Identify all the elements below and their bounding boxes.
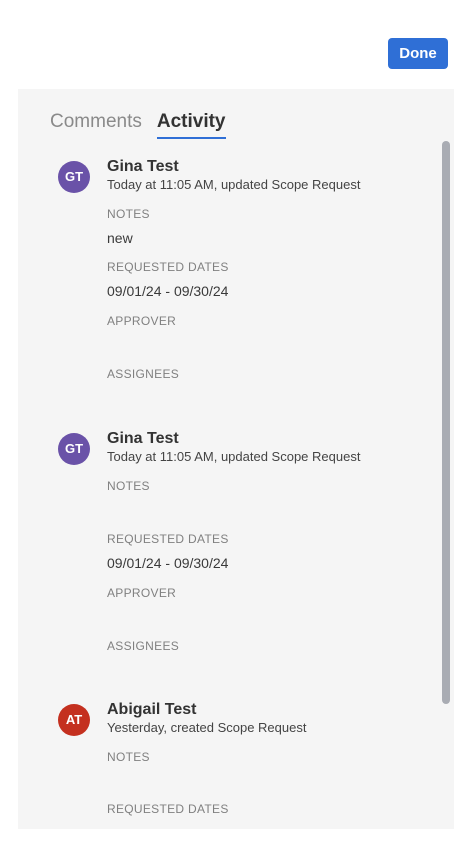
activity-entry-body: Gina Test Today at 11:05 AM, updated Sco… [107, 157, 407, 382]
activity-summary: Today at 11:05 AM, updated Scope Request [107, 449, 361, 464]
notes-label: NOTES [107, 750, 150, 764]
activity-author: Gina Test [107, 158, 179, 175]
requested-dates-label: REQUESTED DATES [107, 260, 229, 274]
activity-entry-body: Abigail Test Yesterday, created Scope Re… [107, 700, 407, 817]
done-button[interactable]: Done [388, 38, 448, 69]
tab-bar: Comments Activity [50, 109, 226, 139]
avatar: AT [58, 704, 90, 736]
assignees-label: ASSIGNEES [107, 639, 180, 653]
tab-comments[interactable]: Comments [50, 109, 142, 139]
approver-label: APPROVER [107, 586, 177, 600]
activity-screen: Done Comments Activity GT Gina Test Toda… [0, 0, 474, 848]
activity-entry-body: Gina Test Today at 11:05 AM, updated Sco… [107, 429, 407, 654]
notes-value: new [107, 230, 133, 246]
activity-panel: Comments Activity GT Gina Test Today at … [18, 89, 454, 829]
requested-dates-value: 09/01/24 - 09/30/24 [107, 283, 229, 299]
activity-summary: Today at 11:05 AM, updated Scope Request [107, 177, 361, 192]
avatar: GT [58, 433, 90, 465]
notes-label: NOTES [107, 207, 150, 221]
requested-dates-label: REQUESTED DATES [107, 802, 229, 816]
tab-activity[interactable]: Activity [156, 109, 226, 139]
approver-label: APPROVER [107, 314, 177, 328]
activity-author: Gina Test [107, 430, 179, 447]
activity-author: Abigail Test [107, 701, 197, 718]
activity-summary: Yesterday, created Scope Request [107, 720, 307, 735]
avatar: GT [58, 161, 90, 193]
requested-dates-label: REQUESTED DATES [107, 532, 229, 546]
scrollbar-thumb[interactable] [442, 141, 450, 704]
notes-label: NOTES [107, 479, 150, 493]
assignees-label: ASSIGNEES [107, 367, 180, 381]
requested-dates-value: 09/01/24 - 09/30/24 [107, 555, 229, 571]
